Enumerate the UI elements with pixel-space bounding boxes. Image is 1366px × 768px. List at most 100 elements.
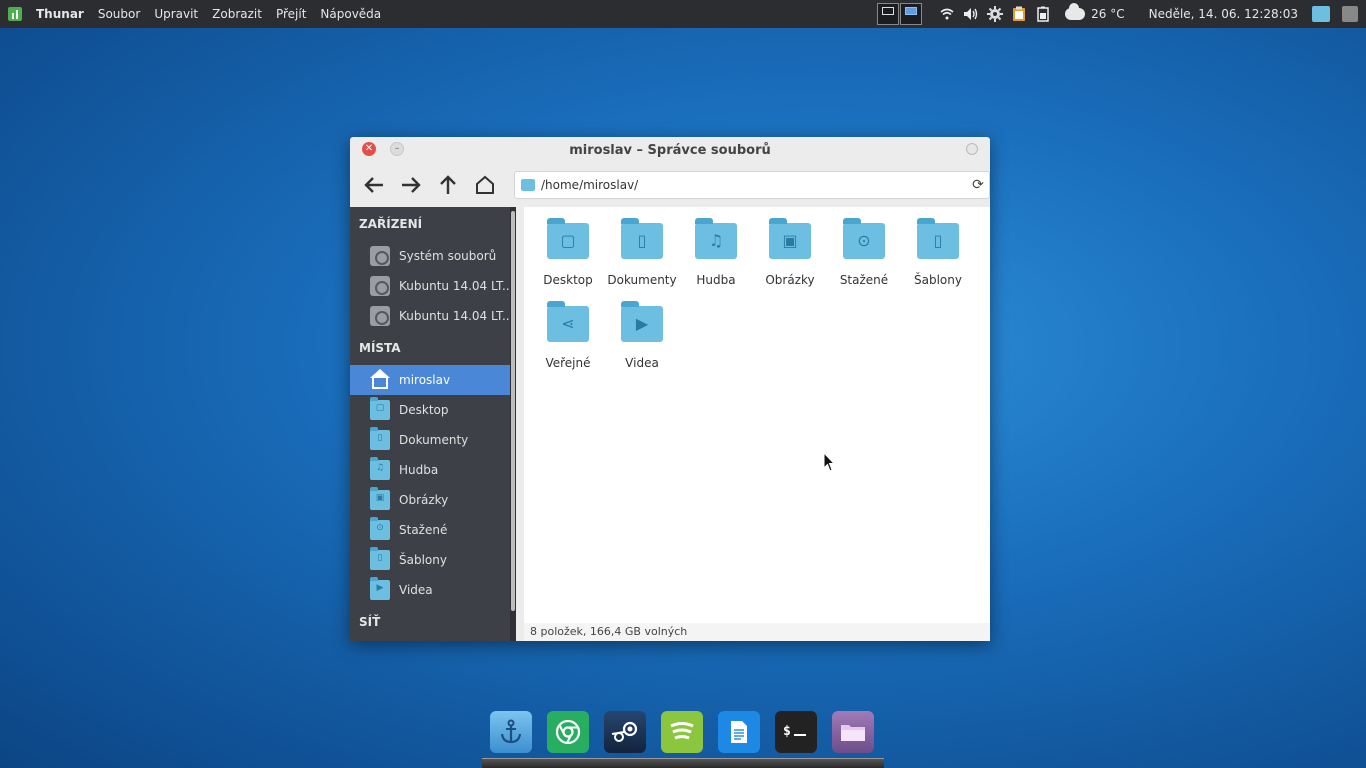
sidebar-item-label: Hudba (399, 463, 439, 477)
steam-icon[interactable] (604, 711, 646, 753)
file-item-templates[interactable]: ▯ Šablony (901, 218, 975, 287)
files-icon[interactable] (832, 711, 874, 753)
temperature: 26 °C (1091, 7, 1125, 21)
file-item-public[interactable]: ⋖ Veřejné (531, 301, 605, 370)
sidebar-item-label: Desktop (399, 403, 449, 417)
maximize-button[interactable] (966, 143, 978, 155)
sidebar-item-label: Videa (399, 583, 433, 597)
home-icon (475, 175, 494, 194)
weather-widget[interactable]: 26 °C (1065, 3, 1125, 21)
titlebar[interactable]: ✕ – miroslav – Správce souborů (350, 137, 990, 163)
close-button[interactable]: ✕ (362, 142, 376, 156)
sidebar-item-pictures[interactable]: ▣ Obrázky (350, 485, 516, 515)
settings-gear-icon[interactable] (987, 6, 1004, 22)
sidebar-item-label: Stažené (399, 523, 448, 537)
sidebar: ZAŘÍZENÍ Systém souborů Kubuntu 14.04 LT… (350, 207, 516, 641)
menu-napoveda[interactable]: Nápověda (320, 7, 381, 21)
sidebar-item-label: Dokumenty (399, 433, 469, 447)
menu-upravit[interactable]: Upravit (154, 7, 198, 21)
workspace-2[interactable] (900, 3, 923, 25)
file-manager-window: ✕ – miroslav – Správce souborů /home/mir… (350, 137, 990, 641)
folder-documents-icon: ▯ (621, 218, 663, 259)
sidebar-item-label: miroslav (399, 373, 451, 387)
sidebar-item-downloads[interactable]: ⊙ Stažené (350, 515, 516, 545)
folder-desktop-icon: ▢ (547, 218, 589, 259)
file-label: Veřejné (545, 356, 591, 370)
sidebar-heading-places: MÍSTA (359, 341, 401, 355)
menu-app-thunar[interactable]: Thunar (36, 7, 84, 21)
menu-zobrazit[interactable]: Zobrazit (212, 7, 262, 21)
file-item-desktop[interactable]: ▢ Desktop (531, 218, 605, 287)
sidebar-item-label: Systém souborů (399, 249, 497, 263)
file-item-music[interactable]: ♫ Hudba (679, 218, 753, 287)
back-button[interactable] (358, 169, 389, 201)
spotify-icon[interactable] (661, 711, 703, 753)
file-item-downloads[interactable]: ⊙ Stažené (827, 218, 901, 287)
sidebar-item-filesystem[interactable]: Systém souborů (350, 241, 516, 271)
text-editor-icon[interactable] (718, 711, 760, 753)
file-item-documents[interactable]: ▯ Dokumenty (605, 218, 679, 287)
folder-templates-icon: ▯ (917, 218, 959, 259)
sidebar-item-label: Kubuntu 14.04 LT... (399, 309, 514, 323)
drive-icon (370, 306, 390, 326)
clock[interactable]: Neděle, 14. 06. 12:28:03 (1149, 7, 1298, 21)
file-label: Videa (625, 356, 659, 370)
dock-shelf (482, 758, 884, 768)
workspace-switcher (877, 3, 923, 25)
folder-pictures-icon: ▣ (769, 218, 811, 259)
reload-icon[interactable]: ⟳ (967, 177, 989, 193)
location-bar[interactable]: /home/miroslav/ ⟳ (514, 171, 990, 199)
home-button[interactable] (469, 169, 500, 201)
terminal-icon[interactable]: $ (775, 711, 817, 753)
menu-soubor[interactable]: Soubor (98, 7, 140, 21)
icon-view[interactable]: ▢ Desktop ▯ Dokumenty ♫ Hudba ▣ Obrázky … (524, 207, 990, 641)
chrome-icon[interactable] (547, 711, 589, 753)
drive-icon (370, 246, 390, 266)
window-title: miroslav – Správce souborů (569, 142, 771, 158)
folder-home-icon (521, 179, 535, 191)
sidebar-item-home[interactable]: miroslav (350, 365, 516, 395)
anchor-icon[interactable] (490, 711, 532, 753)
file-label: Stažené (839, 273, 889, 287)
sidebar-item-templates[interactable]: ▯ Šablony (350, 545, 516, 575)
folder-download-icon: ⊙ (843, 218, 885, 259)
menu-prejit[interactable]: Přejít (276, 7, 306, 21)
file-item-videos[interactable]: ▶ Videa (605, 301, 679, 370)
forward-button[interactable] (395, 169, 426, 201)
clipboard-icon[interactable] (1011, 6, 1027, 22)
arrow-right-icon (401, 177, 421, 193)
workspace-1[interactable] (877, 3, 900, 25)
cloud-icon (1065, 3, 1086, 20)
minimize-button[interactable]: – (390, 142, 404, 156)
tray-app-icon[interactable] (1342, 6, 1358, 22)
app-menu-icon[interactable] (8, 7, 22, 21)
up-button[interactable] (432, 169, 463, 201)
sidebar-item-documents[interactable]: ▯ Dokumenty (350, 425, 516, 455)
folder-icon[interactable] (1312, 6, 1330, 22)
wifi-icon[interactable] (939, 6, 955, 22)
sidebar-heading-network: SÍŤ (359, 615, 381, 629)
file-label: Dokumenty (607, 273, 677, 287)
file-label: Obrázky (765, 273, 815, 287)
sidebar-item-label: Šablony (399, 553, 447, 567)
file-label: Desktop (543, 273, 593, 287)
sidebar-scrollbar[interactable] (510, 207, 516, 641)
sidebar-item-desktop[interactable]: ▢ Desktop (350, 395, 516, 425)
file-label: Hudba (696, 273, 736, 287)
folder-music-icon: ♫ (370, 457, 390, 480)
volume-icon[interactable] (963, 6, 979, 22)
status-bar: 8 položek, 166,4 GB volných (524, 623, 990, 641)
location-path[interactable]: /home/miroslav/ (541, 178, 967, 192)
sidebar-item-kubuntu-1[interactable]: Kubuntu 14.04 LT... (350, 271, 516, 301)
folder-documents-icon: ▯ (370, 427, 390, 450)
sidebar-item-label: Kubuntu 14.04 LT... (399, 279, 514, 293)
drive-icon (370, 276, 390, 296)
sidebar-item-videos[interactable]: ▶ Videa (350, 575, 516, 605)
sidebar-item-kubuntu-2[interactable]: Kubuntu 14.04 LT... (350, 301, 516, 331)
svg-text:$: $ (783, 724, 791, 739)
sidebar-item-music[interactable]: ♫ Hudba (350, 455, 516, 485)
file-item-pictures[interactable]: ▣ Obrázky (753, 218, 827, 287)
sidebar-heading-devices: ZAŘÍZENÍ (359, 217, 423, 231)
battery-icon[interactable] (1035, 6, 1051, 22)
folder-download-icon: ⊙ (370, 517, 390, 540)
